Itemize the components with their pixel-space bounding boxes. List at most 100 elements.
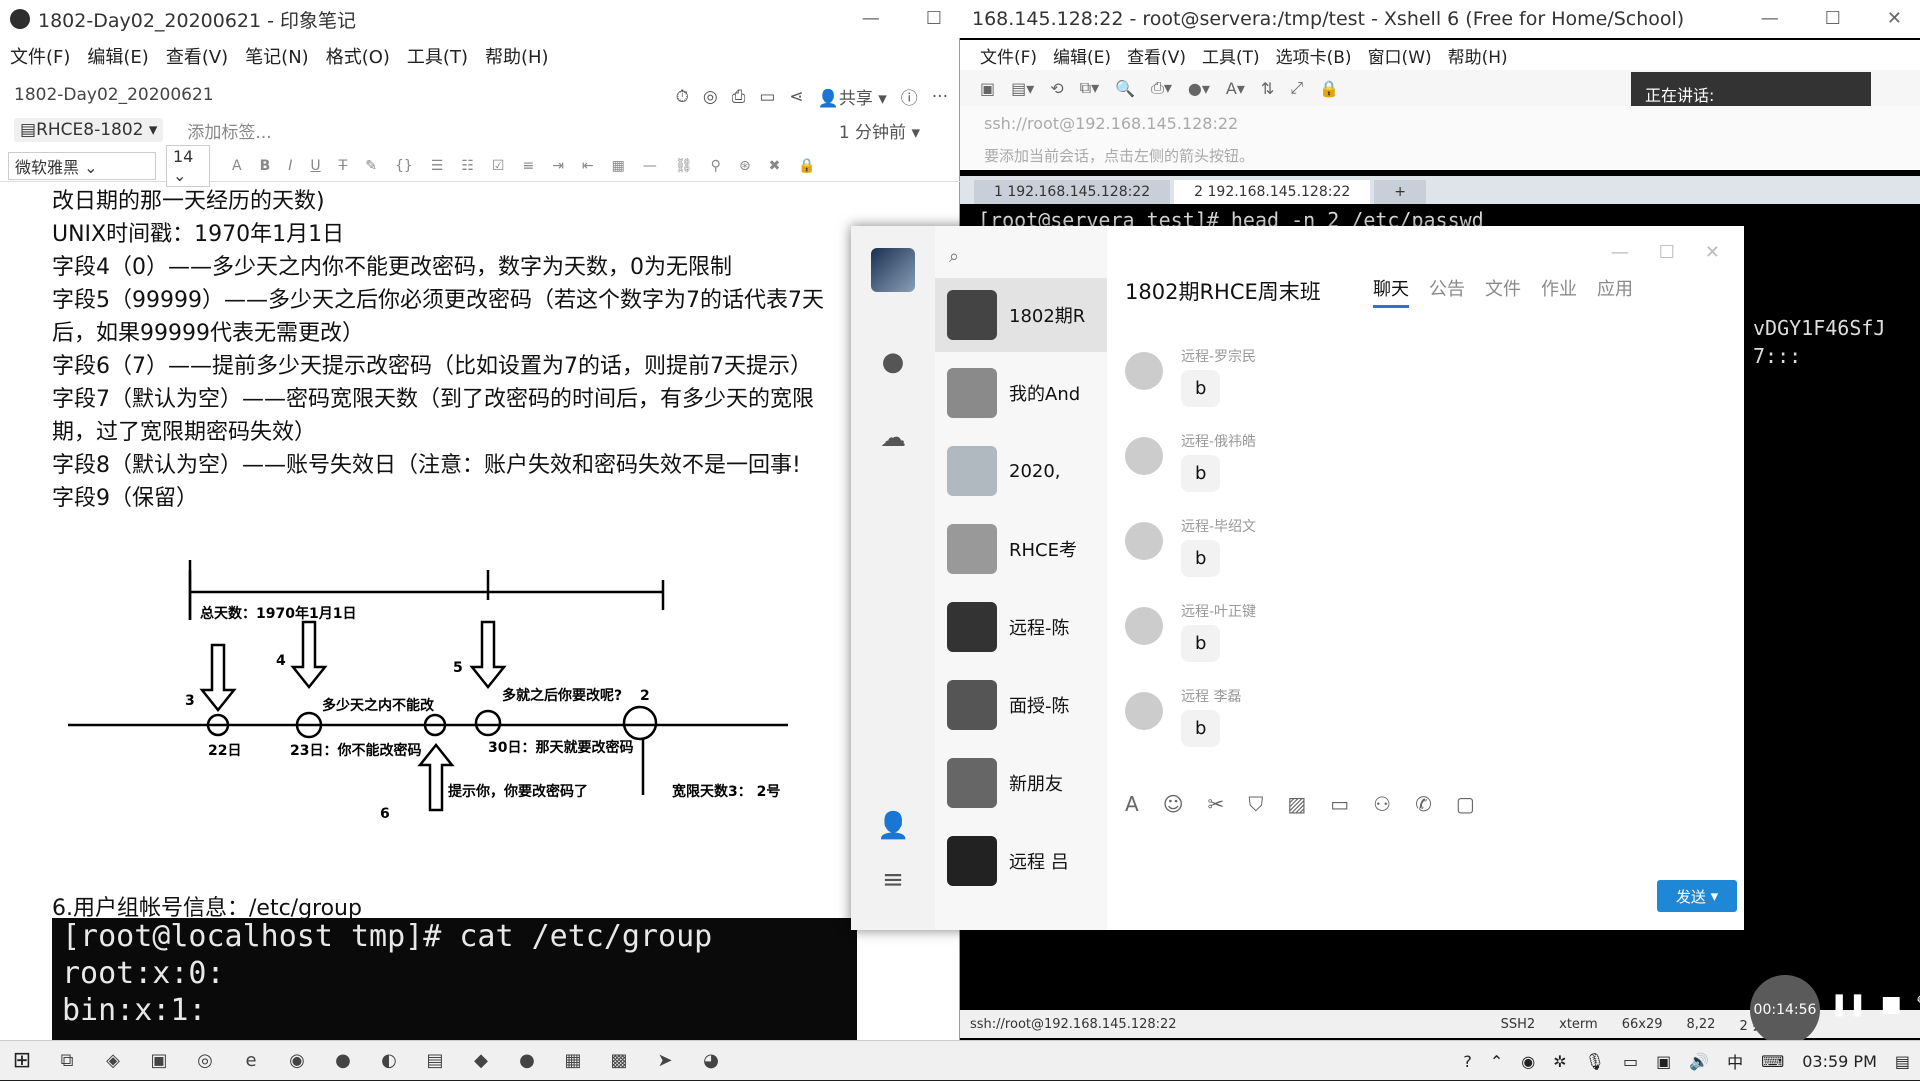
user-avatar[interactable] [871,248,915,292]
menu-window[interactable]: 窗口(W) [1368,43,1432,68]
conversation-item[interactable]: 远程 吕 [935,824,1107,898]
cloud-icon[interactable]: ☁ [877,422,909,454]
menu-icon[interactable]: ≡ [877,864,909,896]
conversation-item[interactable]: 面授-陈 [935,668,1107,742]
tab-chat[interactable]: 聊天 [1373,275,1409,308]
image-icon[interactable]: ▨ [1287,792,1306,816]
encrypt-icon[interactable]: ⊛ [739,158,751,174]
emoji-icon[interactable]: ☺ [1163,792,1184,816]
attach-icon[interactable]: ⚲ [711,158,721,174]
bullet-list-icon[interactable]: ☰ [431,158,444,174]
menu-tools[interactable]: 工具(T) [407,43,468,69]
menu-view[interactable]: 查看(V) [1127,43,1186,68]
maximize-icon[interactable]: ☐ [1825,8,1841,29]
contacts-icon[interactable]: 👤 [877,810,909,842]
sender-name[interactable]: 远程-罗宗民 [1181,346,1256,366]
menu-file[interactable]: 文件(F) [980,43,1037,68]
maximize-icon[interactable]: ☐ [1659,242,1675,263]
session-tab-2[interactable]: 2 192.168.145.128:22 [1174,180,1371,204]
taskbar-app-icon[interactable]: ▣ [136,1041,182,1081]
close-icon[interactable]: ✕ [1705,242,1720,263]
maximize-icon[interactable]: ☐ [926,8,942,29]
divider-icon[interactable]: — [643,158,657,174]
conversation-item[interactable]: RHCE考 [935,512,1107,586]
menu-edit[interactable]: 编辑(E) [87,43,148,69]
phone-icon[interactable]: ✆ [1415,792,1432,816]
menu-tools[interactable]: 工具(T) [1202,43,1260,68]
copy-icon[interactable]: ⧉▾ [1080,78,1099,98]
message-bubble[interactable]: b [1181,370,1221,407]
task-view-icon[interactable]: ⧉ [44,1041,90,1081]
sender-name[interactable]: 远程-俄祎皓 [1181,431,1256,451]
chat-icon[interactable]: ● [877,346,909,378]
volume-icon[interactable]: 🔊 [1689,1052,1709,1071]
conversation-item[interactable]: 我的And [935,356,1107,430]
sender-name[interactable]: 远程-毕绍文 [1181,516,1256,536]
minimize-icon[interactable]: — [1611,242,1629,263]
strikethrough-icon[interactable]: T [339,158,348,174]
tray-app-icon[interactable]: ◉ [1521,1052,1535,1071]
taskbar-app-icon[interactable]: ▤ [412,1041,458,1081]
add-tag-input[interactable]: 添加标签... [187,118,271,143]
share-icon[interactable]: ⋖ [789,87,803,107]
modified-time[interactable]: 1 分钟前 ▾ [839,118,920,143]
notification-icon[interactable]: ▤ [1895,1052,1910,1071]
workchat-icon[interactable]: ▭ [759,87,775,107]
tray-app-icon[interactable]: ✲ [1553,1052,1566,1071]
remote-icon[interactable]: ⚇ [1373,792,1391,816]
screen-share-icon[interactable]: ▢ [1456,792,1475,816]
tab-announcement[interactable]: 公告 [1429,275,1465,308]
menu-format[interactable]: 格式(O) [326,43,390,69]
lock-icon[interactable]: 🔒 [1319,79,1339,98]
sender-avatar[interactable] [1125,437,1163,475]
more-icon[interactable]: ··· [932,87,948,107]
reminder-icon[interactable]: ⏱ [676,87,689,107]
conversation-item[interactable]: 2020, [935,434,1107,508]
folder-icon[interactable]: ▭ [1330,792,1349,816]
underline-icon[interactable]: U [310,158,320,174]
send-button[interactable]: 发送 ▾ [1657,880,1737,912]
font-family-select[interactable]: 微软雅黑 ⌄ [8,151,156,180]
code-icon[interactable]: {} [395,158,413,174]
taskbar-app-icon[interactable]: ● [320,1041,366,1081]
minimize-icon[interactable]: — [1761,8,1779,29]
edge-icon[interactable]: e [228,1041,274,1081]
present-icon[interactable]: ◎ [703,87,718,107]
taskbar-app-icon[interactable]: ▦ [550,1041,596,1081]
sender-name[interactable]: 远程-叶正键 [1181,601,1256,621]
menu-note[interactable]: 笔记(N) [245,43,309,69]
taskbar-app-icon[interactable]: ● [504,1041,550,1081]
microphone-icon[interactable]: 🎙 [1585,1052,1605,1071]
highlight-icon[interactable]: ✎ [365,158,377,174]
message-bubble[interactable]: b [1181,455,1221,492]
table-icon[interactable]: ▦ [612,158,625,174]
note-body[interactable]: 改日期的那一天经历的天数) UNIX时间戳：1970年1月1日 字段4（0）——… [0,183,860,1033]
menu-help[interactable]: 帮助(H) [1448,43,1508,68]
fullscreen-icon[interactable]: ⤢ [1290,78,1303,98]
stop-icon[interactable]: ■ [1881,992,1902,1017]
taskbar-app-icon[interactable]: ▩ [596,1041,642,1081]
clock[interactable]: 03:59 PM [1802,1052,1877,1071]
sender-name[interactable]: 远程 李磊 [1181,686,1241,706]
close-icon[interactable]: ✕ [1887,8,1902,29]
align-icon[interactable]: ≡ [522,158,534,174]
tab-homework[interactable]: 作业 [1541,275,1577,308]
print-icon[interactable]: ⎙ [732,87,746,107]
taskbar-app-icon[interactable]: ◕ [688,1041,734,1081]
taskbar-app-icon[interactable]: ◐ [366,1041,412,1081]
open-icon[interactable]: ▤▾ [1011,79,1034,98]
ime-indicator[interactable]: 中 [1727,1049,1743,1073]
pause-icon[interactable]: ❚❚ [1830,992,1867,1017]
font-icon[interactable]: A [1125,792,1139,816]
help-icon[interactable]: ? [1463,1052,1472,1071]
minimize-icon[interactable]: — [862,8,880,29]
address-bar[interactable]: ssh://root@192.168.145.128:22 [960,106,1920,140]
conversation-item[interactable]: 新朋友 [935,746,1107,820]
pen-icon[interactable]: ✎ [1916,992,1920,1017]
clear-format-icon[interactable]: ✖ [769,158,781,174]
keyboard-icon[interactable]: ⌨ [1761,1052,1784,1071]
session-tab-1[interactable]: 1 192.168.145.128:22 [974,180,1171,204]
new-session-icon[interactable]: ▣ [980,79,995,98]
italic-icon[interactable]: I [288,158,292,174]
font-color-icon[interactable]: A [232,158,242,174]
